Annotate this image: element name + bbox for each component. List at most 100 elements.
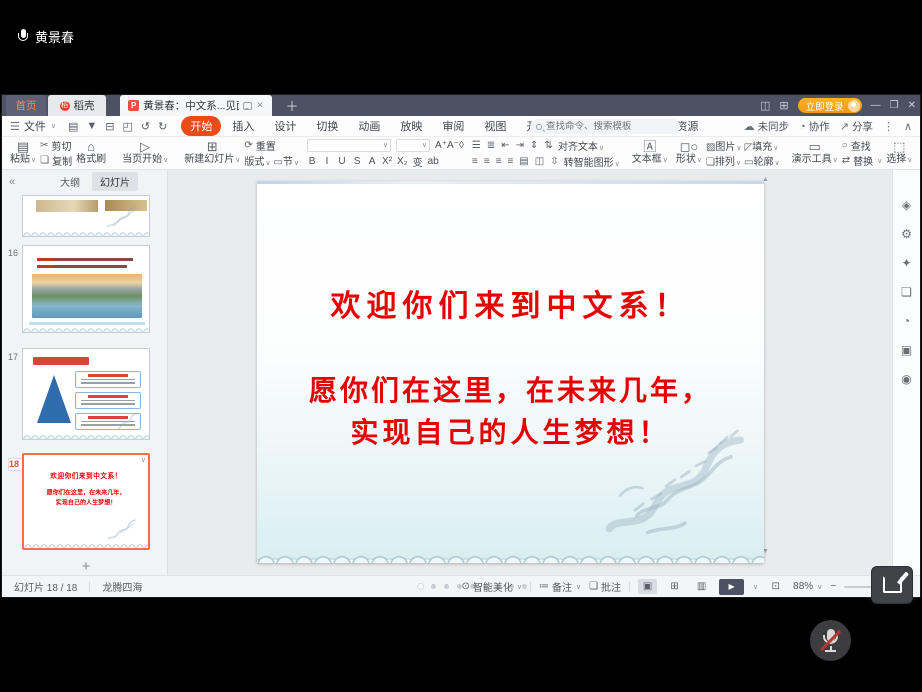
slide-sorter-view-button[interactable]: ⊞ (665, 579, 684, 594)
reading-view-button[interactable]: ▥ (692, 579, 711, 594)
add-slide-button[interactable]: + (22, 558, 150, 575)
superscript-button[interactable]: X² (382, 156, 392, 167)
tab-docer[interactable]: 稻 稻壳 (48, 95, 106, 116)
number-list-icon[interactable]: ≣ (487, 140, 495, 151)
save-icon[interactable]: ▤ (68, 120, 78, 133)
search-input[interactable] (546, 121, 666, 132)
columns-icon[interactable]: ◫ (535, 156, 544, 167)
tab-grid-icon[interactable]: ⊞ (779, 99, 788, 112)
play-from-current-button[interactable]: ▷ 当页开始∨ (118, 138, 172, 168)
minimize-button[interactable]: — (871, 100, 881, 111)
collapse-panel-icon[interactable]: « (9, 176, 15, 188)
copy-button[interactable]: ❏复制 (40, 154, 72, 168)
smart-beautify-icon[interactable]: ✦ (901, 256, 911, 270)
normal-view-button[interactable]: ▣ (638, 579, 657, 594)
zoom-level[interactable]: 88% ∨ (793, 581, 822, 592)
tab-document[interactable]: P 黄景春：中文系...见面会2022 ✕ (120, 95, 272, 116)
signature-icon[interactable]: ▣ (901, 343, 912, 357)
docer-skin-icon[interactable]: ◈ (902, 198, 911, 212)
print-preview-icon[interactable]: ◰ (123, 120, 133, 133)
select-button[interactable]: ⬚ 选择∨ (882, 138, 916, 168)
login-button[interactable]: 立即登录 (798, 98, 862, 113)
reset-button[interactable]: ⟳重置 (244, 139, 299, 153)
font-size-select[interactable] (396, 139, 430, 152)
justify-icon[interactable]: ≡ (507, 156, 513, 167)
template-name[interactable]: 龙腾四海 (102, 579, 142, 594)
menu-review[interactable]: 审阅 (433, 116, 473, 136)
command-search[interactable] (530, 119, 680, 134)
presentation-tools-button[interactable]: ▭ 演示工具∨ (788, 138, 842, 168)
restore-button[interactable]: ❐ (890, 100, 899, 111)
smart-beautify-button[interactable]: ⊙ 智能美化 ∨ (461, 579, 522, 594)
decrease-font-button[interactable]: A⁻ (447, 140, 459, 151)
menu-insert[interactable]: 插入 (223, 116, 263, 136)
print-icon[interactable]: ⊟ (105, 120, 114, 133)
outline-button[interactable]: ▭轮廓∨ (744, 153, 780, 168)
strikethrough-button[interactable]: S (352, 156, 362, 167)
resource-pin-icon[interactable]: ◉ (901, 372, 911, 386)
menu-design[interactable]: 设计 (265, 116, 305, 136)
tab-outline[interactable]: 大纲 (52, 172, 88, 191)
indent-decrease-icon[interactable]: ⇤ (501, 140, 509, 151)
zoom-out-button[interactable]: − (830, 581, 836, 592)
font-family-select[interactable] (307, 139, 391, 152)
object-layer-icon[interactable]: ❏ (901, 285, 912, 299)
share-button[interactable]: ↗ 分享 (840, 119, 873, 134)
italic-button[interactable]: I (322, 156, 332, 167)
tab-home[interactable]: 首页 (6, 95, 46, 116)
paste-button[interactable]: ▤ 粘贴∨ (6, 138, 40, 168)
new-slide-button[interactable]: ⊞ 新建幻灯片∨ (180, 138, 244, 168)
more-menu-icon[interactable]: ⋮ (883, 120, 894, 133)
tab-close-icon[interactable]: ✕ (256, 100, 264, 111)
fit-slide-button[interactable]: ⊡ (766, 579, 785, 594)
arrange-button[interactable]: ❏排列∨ (706, 153, 741, 168)
new-tab-button[interactable]: ＋ (282, 95, 302, 116)
help-icon[interactable]: ◔ (903, 314, 910, 328)
underline-button[interactable]: U (337, 156, 347, 167)
increase-font-button[interactable]: A⁺ (435, 140, 447, 151)
sync-status[interactable]: ☁ 未同步 (744, 119, 790, 134)
clear-format-button[interactable]: ◊ (459, 140, 464, 151)
notes-button[interactable]: ≔ 备注 ∨ (539, 579, 581, 594)
slide-15-thumbnail[interactable] (22, 195, 150, 237)
highlight-color-button[interactable]: ab (428, 156, 439, 167)
replace-button[interactable]: ⇄替换∨ (842, 154, 883, 168)
screen-annotation-button[interactable] (871, 566, 913, 604)
slide-18-thumbnail[interactable]: 欢迎你们来到中文系！ 愿你们在这里，在未来几年， 实现自己的人生梦想！ (22, 453, 150, 550)
undo-icon[interactable]: ↺ (141, 120, 150, 133)
subscript-button[interactable]: X₂ (397, 156, 408, 167)
slide-16-thumbnail[interactable] (22, 245, 150, 333)
menu-animation[interactable]: 动画 (349, 116, 389, 136)
shapes-button[interactable]: ◻○ 形状∨ (672, 138, 706, 168)
split-view-icon[interactable]: ◫ (760, 99, 770, 112)
status-dot[interactable] (418, 584, 423, 589)
text-direction-icon[interactable]: ⇅ (544, 140, 552, 151)
align-center-icon[interactable]: ≡ (484, 156, 490, 167)
current-slide[interactable]: 欢迎你们来到中文系！ 愿你们在这里，在未来几年， 实现自己的人生梦想！ (257, 181, 764, 563)
collapse-ribbon-icon[interactable]: ∧ (904, 120, 912, 133)
menu-home[interactable]: 开始 (181, 116, 221, 136)
para-spacing-icon[interactable]: ⇳ (550, 156, 558, 167)
properties-icon[interactable]: ⚙ (901, 227, 912, 241)
menu-transition[interactable]: 切换 (307, 116, 347, 136)
close-button[interactable]: ✕ (908, 100, 916, 111)
file-menu[interactable]: ☰ 文件 ∨ (10, 118, 56, 134)
collaborate-button[interactable]: ◔ 协作 (799, 119, 830, 134)
redo-icon[interactable]: ↻ (158, 120, 167, 133)
distribute-icon[interactable]: ▤ (519, 156, 528, 167)
cut-button[interactable]: ✂剪切 (40, 139, 72, 153)
layout-button[interactable]: 版式∨ (244, 153, 270, 168)
status-dot[interactable] (444, 584, 449, 589)
section-button[interactable]: ▭节∨ (273, 153, 299, 168)
align-left-icon[interactable]: ≡ (472, 156, 478, 167)
bullet-list-icon[interactable]: ☰ (472, 140, 481, 151)
textbox-button[interactable]: 🄰 文本框∨ (628, 138, 672, 168)
tab-slides[interactable]: 幻灯片 (92, 172, 138, 191)
status-dot[interactable] (431, 584, 436, 589)
font-color-button[interactable]: A (367, 156, 377, 167)
menu-slideshow[interactable]: 放映 (391, 116, 431, 136)
fill-button[interactable]: ◸填充∨ (745, 138, 779, 153)
find-button[interactable]: ○查找 (842, 139, 883, 153)
menu-view[interactable]: 视图 (475, 116, 515, 136)
indent-increase-icon[interactable]: ⇥ (516, 140, 524, 151)
